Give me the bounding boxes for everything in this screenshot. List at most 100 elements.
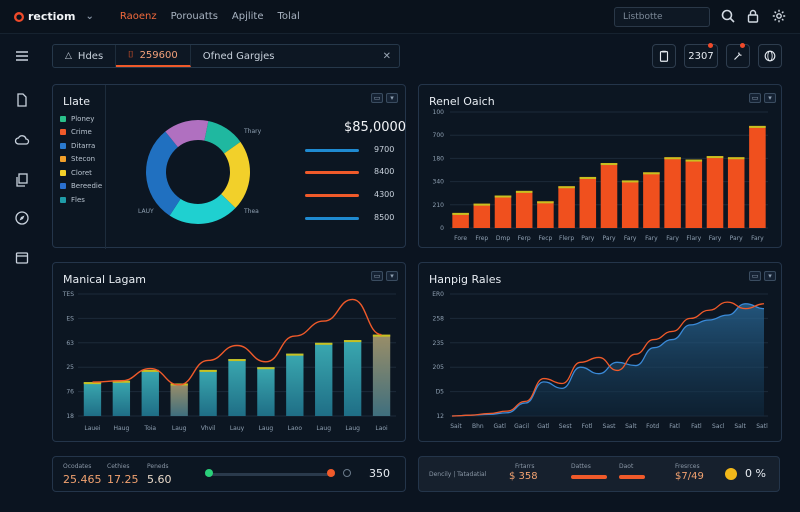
menu-icon[interactable] — [14, 48, 30, 64]
x-tick-label: Haug — [113, 425, 129, 432]
x-tick-label: Fecp — [538, 235, 552, 242]
bottom-left-bar: Ocodates 25.465 Cethies 17.25 Peneds 5.6… — [52, 456, 406, 492]
x-tick-label: Lauy — [230, 425, 245, 432]
profile-button[interactable] — [758, 44, 782, 68]
legend-label: Crime — [71, 128, 92, 137]
legend-item[interactable]: Cloret — [60, 166, 102, 180]
legend-item[interactable]: Ditarra — [60, 139, 102, 153]
y-tick-label: 100 — [433, 109, 445, 116]
slider-track[interactable] — [205, 473, 335, 476]
bar-cap — [664, 157, 681, 160]
document-icon[interactable] — [14, 92, 30, 108]
nav-item-0[interactable]: Raoenz — [120, 11, 157, 22]
nav-item-1[interactable]: Porouatts — [171, 11, 218, 22]
bar-cap — [621, 180, 639, 183]
x-tick-label: Pary — [581, 235, 594, 242]
slider-end-handle[interactable] — [327, 469, 335, 477]
bottom-right-bar: Dencily | Tatadatial Frtarrs $ 358 Datte… — [418, 456, 780, 492]
legend-swatch — [60, 183, 66, 190]
x-tick-label: Lauei — [84, 425, 101, 432]
legend-swatch — [60, 156, 66, 163]
x-tick-label: Frep — [475, 235, 488, 242]
donut-label-0: Thary — [244, 128, 262, 135]
y-tick-label: TES — [62, 291, 74, 298]
tools-button[interactable] — [726, 43, 750, 68]
bar — [749, 125, 766, 228]
bar — [727, 157, 745, 228]
lock-icon[interactable] — [745, 8, 761, 24]
compass-icon[interactable] — [14, 210, 30, 226]
donut-total-value: $85,0000 — [344, 120, 407, 135]
tab-0[interactable]: △ Hdes — [53, 45, 117, 67]
toggle-value: 0 % — [745, 467, 766, 480]
area-chart: 12 D5 205 235 258 ER0 Sait Bhn Gatl Gacil Gatl Sest… — [432, 291, 768, 430]
bar-cap — [452, 212, 469, 215]
tab-1[interactable]: ⌷ 259600 — [116, 45, 191, 67]
tab-strip: △ Hdes ⌷ 259600 Ofned Gargjes ✕ — [52, 44, 400, 68]
panel-menu-icon[interactable]: ▾ — [386, 93, 398, 103]
slider-option-icon[interactable] — [343, 469, 351, 477]
area-fill — [452, 303, 764, 416]
close-icon[interactable]: ✕ — [383, 51, 391, 62]
divider — [105, 85, 106, 249]
legend-item[interactable]: Ploney — [60, 112, 102, 126]
donut-slice — [146, 131, 181, 216]
bar-cap — [727, 157, 745, 160]
legend-label: Fles — [71, 195, 85, 204]
x-tick-label: Gacil — [514, 423, 529, 430]
search-icon[interactable] — [720, 8, 736, 24]
settings-icon[interactable] — [771, 8, 787, 24]
bar-cap — [558, 186, 575, 189]
legend-swatch — [60, 115, 66, 122]
tab-2[interactable]: Ofned Gargjes — [191, 45, 287, 67]
bar — [286, 353, 304, 416]
legend-swatch — [60, 129, 66, 136]
cloud-icon[interactable] — [14, 132, 30, 148]
legend-item[interactable]: Crime — [60, 126, 102, 140]
x-tick-label: Sait — [450, 423, 462, 430]
bar — [343, 340, 362, 416]
donut-label-2: Thea — [244, 208, 259, 215]
panel-expand-icon[interactable]: ▭ — [371, 93, 383, 103]
stat-value: 4300 — [374, 190, 395, 199]
y-tick-label: 340 — [433, 179, 445, 186]
sidebar — [0, 34, 44, 512]
y-tick-label: 700 — [433, 132, 445, 139]
legend-swatch — [60, 142, 66, 149]
x-tick-label: Pary — [602, 235, 615, 242]
copy-icon[interactable] — [14, 172, 30, 188]
bar-bottom-chart: 18 76 25 63 ES TES Lauei Haug Toia Laug Vhvil Lauy L… — [62, 291, 396, 432]
legend-item[interactable]: Stecon — [60, 153, 102, 167]
legend-label: Ditarra — [71, 141, 96, 150]
slider-end-value: 350 — [369, 467, 390, 480]
legend-item[interactable]: Fles — [60, 193, 102, 207]
clipboard-button[interactable] — [652, 44, 676, 68]
y-tick-label: 25 — [66, 364, 74, 371]
y-tick-label: 205 — [433, 364, 445, 371]
status-dot-icon — [725, 468, 737, 480]
bar — [452, 212, 469, 228]
chevron-down-icon[interactable]: ⌄ — [85, 11, 93, 22]
slider-start-handle[interactable] — [205, 469, 213, 477]
nav-item-3[interactable]: Tolal — [278, 11, 300, 22]
bar-top-chart: 0 210 340 180 700 100 Fore Frep Dmp Ferp Fecp Flerp… — [433, 109, 768, 242]
top-nav: Raoenz Porouatts Apjlite Tolal — [120, 11, 300, 22]
bar — [621, 180, 639, 228]
x-tick-label: Bhn — [472, 423, 484, 430]
bookmark-icon: ⌷ — [128, 50, 134, 60]
stat-bar-r3 — [619, 475, 645, 479]
brand[interactable]: ● rectiom ⌄ — [14, 10, 94, 23]
search-input[interactable]: Listbotte — [614, 7, 710, 27]
x-tick-label: Laug — [316, 425, 331, 432]
donut-label-1: LAUY — [138, 208, 154, 215]
x-tick-label: Flary — [686, 235, 701, 242]
y-tick-label: 235 — [433, 340, 445, 347]
warning-icon: △ — [65, 51, 72, 61]
window-icon[interactable] — [14, 250, 30, 266]
stat-line — [305, 171, 359, 174]
nav-item-2[interactable]: Apjlite — [232, 11, 264, 22]
legend-item[interactable]: Bereedie — [60, 180, 102, 194]
y-tick-label: 180 — [433, 155, 445, 162]
legend-label: Cloret — [71, 168, 92, 177]
counter-button[interactable]: 2307 — [684, 43, 718, 68]
